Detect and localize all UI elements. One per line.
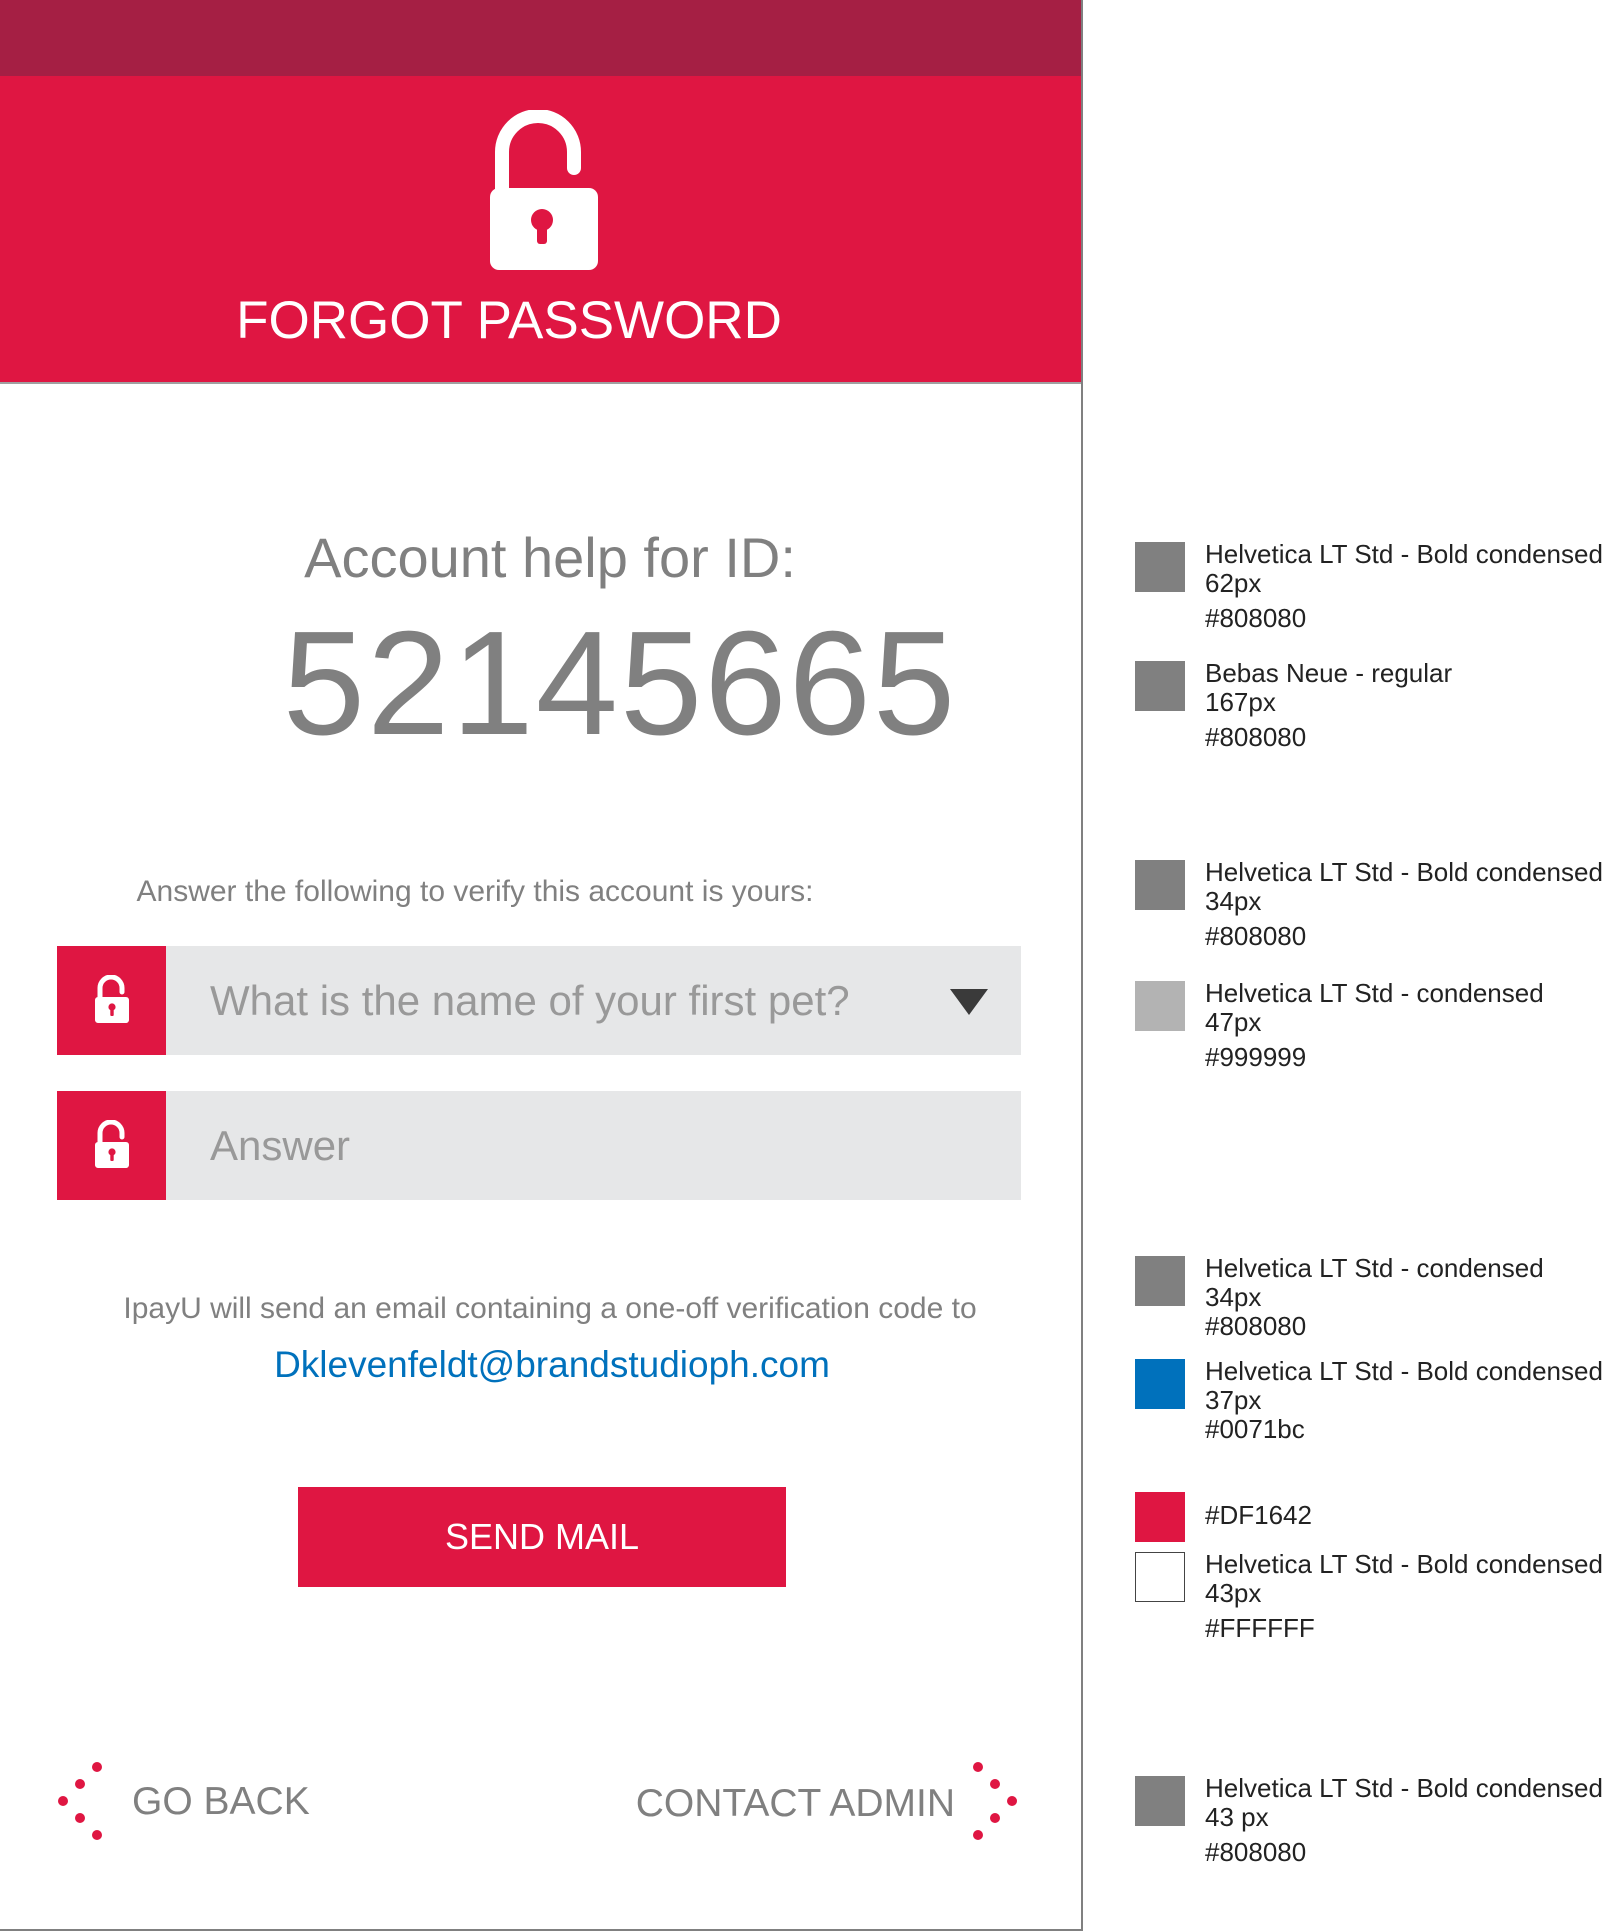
spec-font: Helvetica LT Std - Bold condensed — [1205, 1356, 1603, 1386]
spec-color: #0071bc — [1205, 1414, 1305, 1444]
spec-font: Helvetica LT Std - Bold condensed — [1205, 539, 1603, 569]
answer-placeholder[interactable]: Answer — [210, 1091, 350, 1200]
spec-font: Helvetica LT Std - Bold condensed — [1205, 1549, 1603, 1579]
phone-screen: FORGOT PASSWORD Account help for ID: 521… — [0, 0, 1083, 1931]
color-swatch — [1135, 981, 1185, 1031]
spec-size: 34px — [1205, 1282, 1262, 1312]
color-swatch — [1135, 1492, 1185, 1542]
email-address: Dklevenfeldt@brandstudioph.com — [274, 1344, 830, 1385]
status-bar — [0, 0, 1081, 76]
answer-lock-box — [57, 1091, 166, 1200]
color-swatch — [1135, 661, 1185, 711]
question-lock-box — [57, 946, 166, 1055]
spec-color: #808080 — [1205, 603, 1307, 633]
contact-admin-link[interactable]: CONTACT ADMIN — [600, 1782, 955, 1826]
account-id: 52145665 — [282, 601, 958, 766]
color-swatch — [1135, 860, 1185, 910]
unlocked-padlock-icon — [95, 975, 129, 1023]
spec-font: Helvetica LT Std - condensed — [1205, 1253, 1544, 1283]
page-title: FORGOT PASSWORD — [236, 291, 782, 350]
unlocked-padlock-icon — [95, 1120, 129, 1168]
spec-size: 34px — [1205, 886, 1262, 916]
spec-size: 62px — [1205, 568, 1262, 598]
spec-font: Helvetica LT Std - Bold condensed — [1205, 1773, 1603, 1803]
spec-font: Helvetica LT Std - Bold condensed — [1205, 857, 1603, 887]
unlocked-padlock-icon — [490, 110, 598, 270]
caret-down-icon[interactable] — [950, 989, 988, 1015]
color-swatch — [1135, 1256, 1185, 1306]
verify-instruction: Answer the following to verify this acco… — [136, 875, 814, 908]
spec-color: #808080 — [1205, 1311, 1307, 1341]
spec-color: #808080 — [1205, 1837, 1307, 1867]
security-question-value: What is the name of your first pet? — [210, 977, 850, 1024]
go-back-icon[interactable] — [55, 1760, 105, 1840]
spec-color: #999999 — [1205, 1042, 1307, 1072]
spec-font: Bebas Neue - regular — [1205, 658, 1453, 688]
header: FORGOT PASSWORD — [0, 76, 1081, 384]
spec-color: #808080 — [1205, 921, 1307, 951]
contact-admin-icon[interactable] — [970, 1760, 1020, 1840]
go-back-link[interactable]: GO BACK — [132, 1780, 310, 1824]
spec-color: #FFFFFF — [1205, 1613, 1315, 1643]
spec-size: 43 px — [1205, 1802, 1269, 1832]
spec-color: #808080 — [1205, 722, 1307, 752]
spec-size: 37px — [1205, 1385, 1262, 1415]
color-swatch — [1135, 1776, 1185, 1826]
answer-field[interactable]: Answer — [57, 1091, 1021, 1200]
color-swatch — [1135, 542, 1185, 592]
spec-font: Helvetica LT Std - condensed — [1205, 978, 1544, 1008]
spec-size: 43px — [1205, 1578, 1262, 1608]
spec-size: 167px — [1205, 687, 1276, 717]
account-help-label: Account help for ID: — [304, 526, 796, 589]
email-note: IpayU will send an email containing a on… — [123, 1292, 977, 1325]
color-swatch — [1135, 1359, 1185, 1409]
send-mail-button[interactable]: SEND MAIL — [298, 1487, 786, 1587]
spec-color: #DF1642 — [1205, 1500, 1312, 1530]
spec-size: 47px — [1205, 1007, 1262, 1037]
security-question-select[interactable]: What is the name of your first pet? — [57, 946, 1021, 1055]
color-swatch — [1135, 1552, 1185, 1602]
